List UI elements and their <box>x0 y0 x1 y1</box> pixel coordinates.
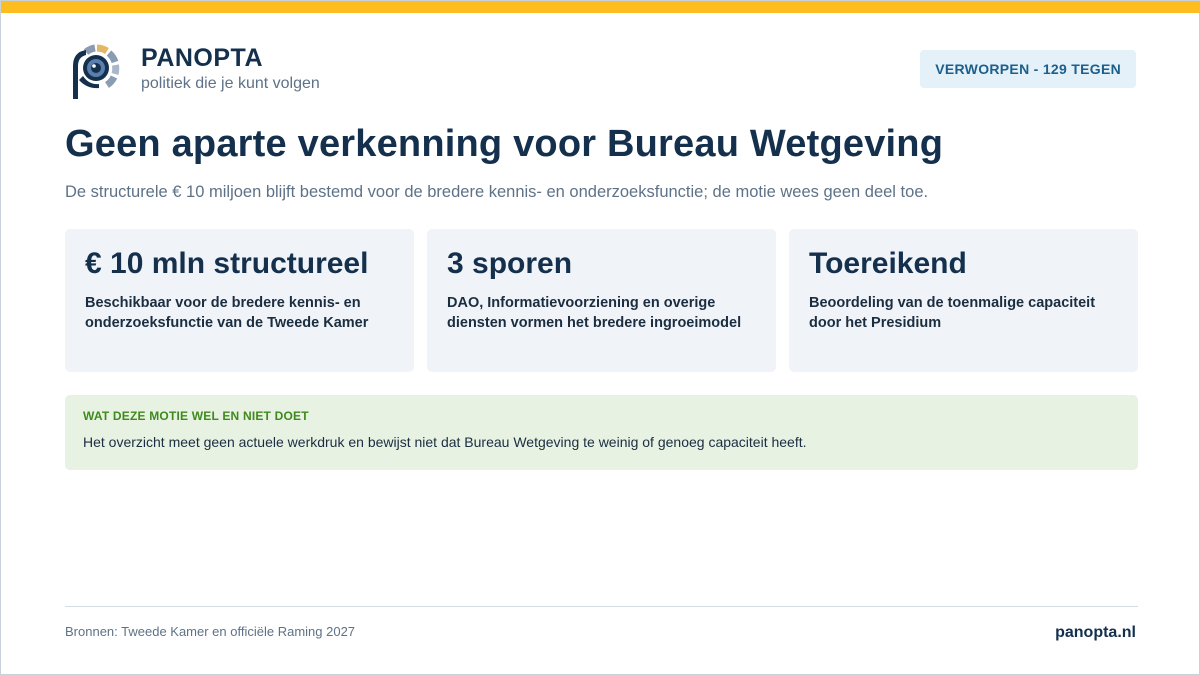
top-accent-bar <box>1 1 1200 13</box>
key-figures-cards: € 10 mln structureel Beschikbaar voor de… <box>65 229 1138 372</box>
panopta-eye-logo-icon <box>73 44 120 99</box>
card-description: Beschikbaar voor de bredere kennis- en o… <box>85 295 369 331</box>
card-description: DAO, Informatievoorziening en overige di… <box>447 295 742 331</box>
page-title: Geen aparte verkenning voor Bureau Wetge… <box>65 123 944 165</box>
card-description: Beoordeling van de toenmalige capaciteit… <box>809 295 1096 331</box>
footer-site-link[interactable]: panopta.nl <box>1055 624 1136 642</box>
motion-note-box: WAT DEZE MOTIE WEL EN NIET DOET Het over… <box>65 395 1138 470</box>
key-figure-card: Toereikend Beoordeling van de toenmalige… <box>789 229 1138 372</box>
page-frame: PANOPTA politiek die je kunt volgen VERW… <box>0 0 1200 675</box>
key-figure-card: € 10 mln structureel Beschikbaar voor de… <box>65 229 414 372</box>
key-figure-card: 3 sporen DAO, Informatievoorziening en o… <box>427 229 776 372</box>
brand-tagline: politiek die je kunt volgen <box>141 75 320 92</box>
footer-divider <box>65 606 1138 607</box>
card-value: 3 sporen <box>447 247 573 280</box>
card-value: Toereikend <box>809 247 967 280</box>
brand-name: PANOPTA <box>141 44 264 72</box>
status-badge: VERWORPEN - 129 TEGEN <box>920 50 1136 88</box>
card-value: € 10 mln structureel <box>85 247 369 280</box>
note-text: Het overzicht meet geen actuele werkdruk… <box>83 434 807 450</box>
footer-sources: Bronnen: Tweede Kamer en officiële Ramin… <box>65 624 356 639</box>
note-heading: WAT DEZE MOTIE WEL EN NIET DOET <box>83 409 309 423</box>
page-subtitle: De structurele € 10 miljoen blijft beste… <box>65 183 929 201</box>
